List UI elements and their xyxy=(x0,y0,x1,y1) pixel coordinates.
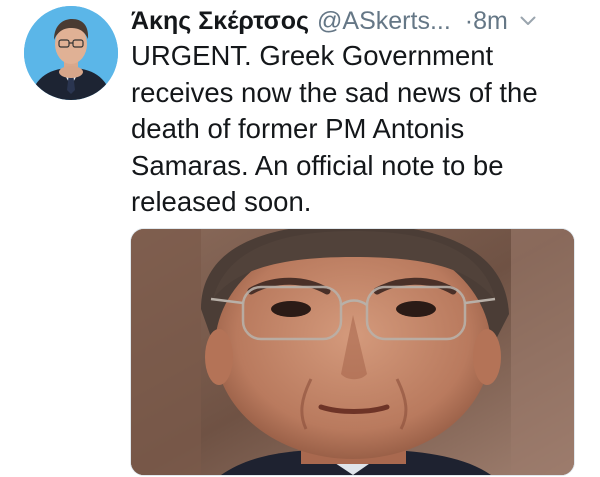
chevron-down-icon[interactable] xyxy=(520,16,536,26)
display-name[interactable]: Άκης Σκέρτσος xyxy=(131,7,309,36)
timestamp[interactable]: ·8m xyxy=(465,7,508,36)
tweet-text: URGENT. Greek Government receives now th… xyxy=(131,40,538,217)
tweet-photo[interactable] xyxy=(130,228,575,476)
avatar[interactable] xyxy=(24,6,118,100)
tweet-header: Άκης Σκέρτσος @ASkerts... ·8m xyxy=(131,5,536,37)
user-handle[interactable]: @ASkerts... xyxy=(317,7,451,36)
tweet[interactable]: Άκης Σκέρτσος @ASkerts... ·8m URGENT. Gr… xyxy=(0,0,600,477)
